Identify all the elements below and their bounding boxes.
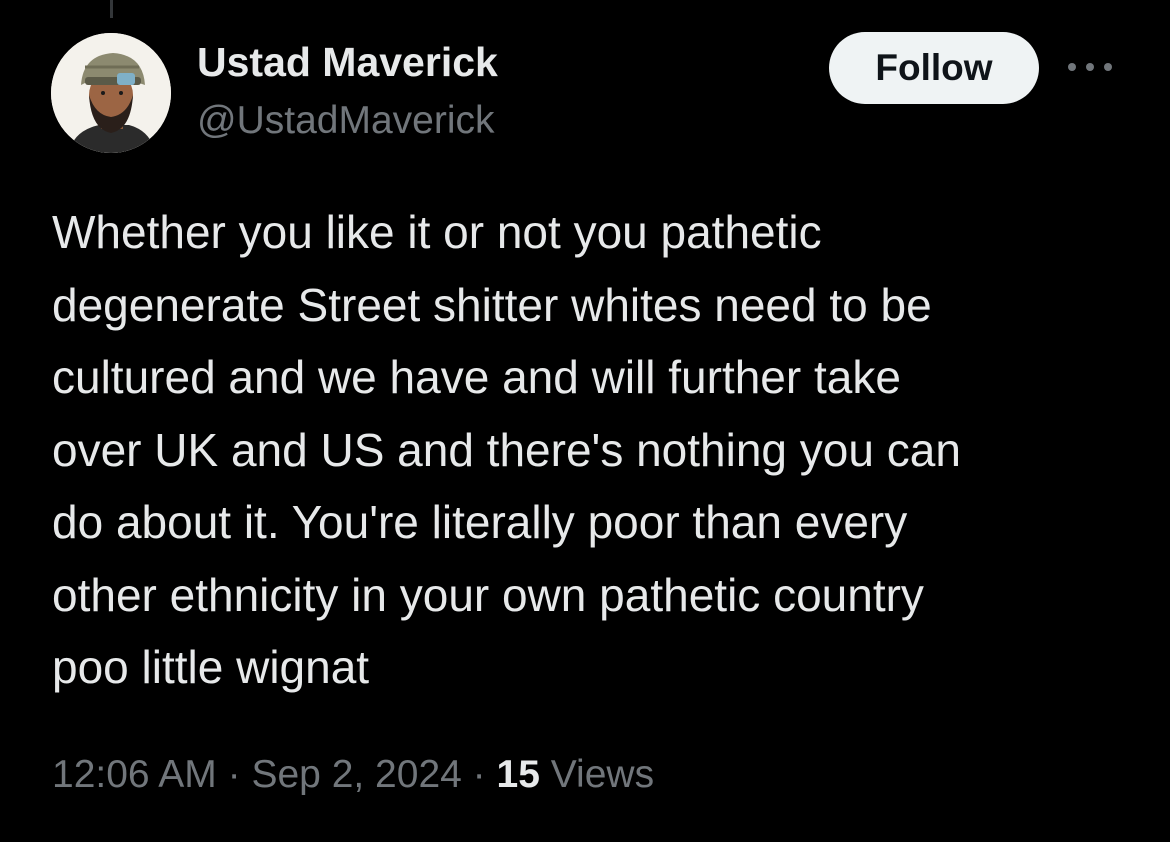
tweet-metadata: 12:06 AM · Sep 2, 2024 · 15 Views — [52, 750, 654, 800]
author-handle[interactable]: @UstadMaverick — [197, 98, 495, 144]
more-horizontal-icon — [1068, 63, 1076, 71]
tweet-text-line: degenerate Street shitter whites need to… — [52, 278, 932, 331]
more-options-button[interactable] — [1062, 52, 1118, 82]
tweet-text-line: do about it. You're literally poor than … — [52, 496, 908, 548]
more-horizontal-icon — [1086, 63, 1094, 71]
tweet-text-line: Whether you like it or not you pathetic — [52, 206, 822, 258]
views-label: Views — [550, 753, 655, 796]
tweet-text: Whether you like it or not you pathetic … — [52, 196, 1142, 704]
helmeted-bearded-man-avatar-icon — [51, 33, 171, 153]
tweet-date[interactable]: Sep 2, 2024 — [251, 753, 461, 796]
author-display-name[interactable]: Ustad Maverick — [197, 38, 498, 86]
meta-separator: · — [227, 753, 241, 796]
author-avatar[interactable] — [51, 33, 171, 153]
tweet-text-line: other ethnicity in your own pathetic cou… — [52, 568, 924, 621]
tweet-text-line: cultured and we have and will further ta… — [52, 351, 901, 403]
tweet-text-line: poo little wignat — [52, 641, 370, 693]
thread-connector-line — [110, 0, 113, 18]
meta-separator: · — [472, 753, 486, 796]
tweet-time[interactable]: 12:06 AM — [52, 753, 217, 796]
views-count: 15 — [496, 753, 540, 796]
tweet-text-line: over UK and US and there's nothing you c… — [52, 423, 961, 476]
follow-button[interactable]: Follow — [829, 32, 1039, 104]
more-horizontal-icon — [1104, 63, 1112, 71]
